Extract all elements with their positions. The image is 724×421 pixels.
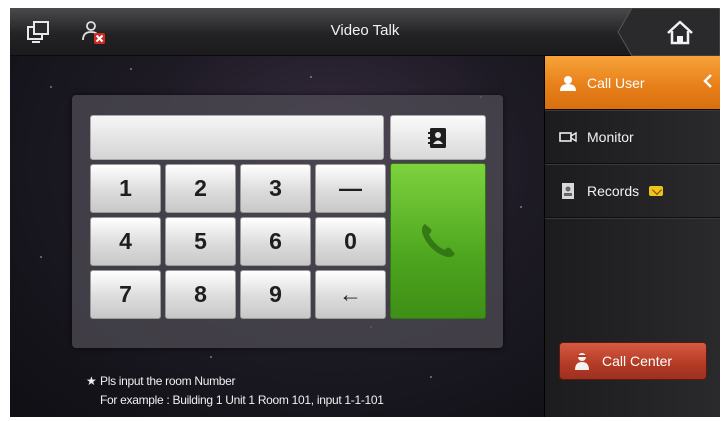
key-backspace[interactable]: ← <box>315 270 386 319</box>
operator-icon <box>575 353 589 370</box>
hint-line-2: For example : Building 1 Unit 1 Room 101… <box>100 393 384 407</box>
key-2[interactable]: 2 <box>165 164 236 213</box>
key-0[interactable]: 0 <box>315 217 386 266</box>
mail-icon <box>649 185 664 196</box>
contacts-book-icon <box>428 127 446 148</box>
key-dash[interactable]: — <box>315 164 386 213</box>
records-icon <box>559 182 577 199</box>
key-5[interactable]: 5 <box>165 217 236 266</box>
key-8[interactable]: 8 <box>165 270 236 319</box>
sidebar-item-label: Records <box>587 182 640 199</box>
contacts-button[interactable] <box>390 115 486 160</box>
key-9[interactable]: 9 <box>240 270 311 319</box>
phone-icon <box>421 224 455 258</box>
key-4[interactable]: 4 <box>90 217 161 266</box>
star-bullet: ★ <box>86 374 97 388</box>
main-panel: 1 2 3 — 4 5 6 0 7 8 9 ← ★ Pls input the r… <box>10 56 544 417</box>
sidebar: Call User Monitor Records Call Center <box>544 56 720 417</box>
sidebar-item-records[interactable]: Records <box>545 164 720 218</box>
user-icon <box>559 75 577 91</box>
call-button[interactable] <box>390 163 486 319</box>
call-center-button[interactable]: Call Center <box>559 342 707 380</box>
hint-text: ★ Pls input the room Number For example :… <box>86 372 384 410</box>
sidebar-item-label: Monitor <box>587 128 634 145</box>
sidebar-item-call-user[interactable]: Call User <box>545 56 720 110</box>
camera-icon <box>559 129 577 145</box>
app-window: Video Talk 1 2 3 — 4 5 6 0 7 8 9 ← ★ Pls… <box>10 8 720 417</box>
key-7[interactable]: 7 <box>90 270 161 319</box>
home-button[interactable] <box>610 8 720 56</box>
key-3[interactable]: 3 <box>240 164 311 213</box>
sidebar-item-monitor[interactable]: Monitor <box>545 110 720 164</box>
key-1[interactable]: 1 <box>90 164 161 213</box>
key-6[interactable]: 6 <box>240 217 311 266</box>
call-center-label: Call Center <box>602 353 673 369</box>
hint-line-1: Pls input the room Number <box>100 374 236 388</box>
chevron-left-icon <box>703 74 712 88</box>
top-bar: Video Talk <box>10 8 720 56</box>
sidebar-item-label: Call User <box>587 74 645 91</box>
room-number-input[interactable] <box>90 115 384 160</box>
